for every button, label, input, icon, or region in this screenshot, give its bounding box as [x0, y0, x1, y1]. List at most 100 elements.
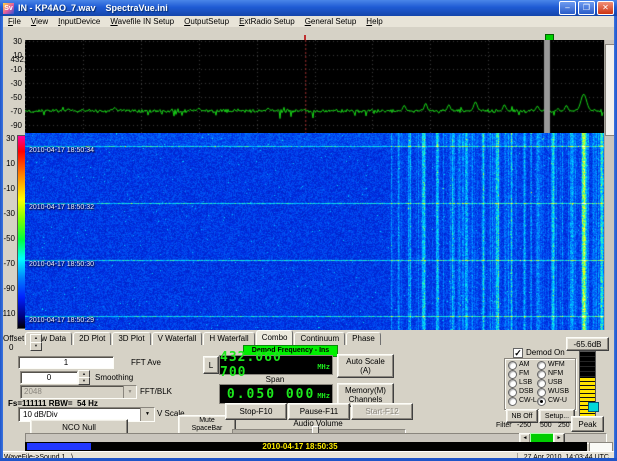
menu-view[interactable]: View: [26, 17, 53, 27]
filter-high-value: 250: [558, 421, 570, 430]
auto-scale-button[interactable]: Auto Scale (A): [337, 354, 394, 378]
radio-fm-icon[interactable]: [508, 370, 517, 379]
tab-continuum[interactable]: Continuum: [294, 332, 345, 345]
file-time-display: 2010-04-17 18:50:35: [160, 442, 440, 451]
meter-threshold-thumb[interactable]: [588, 402, 599, 412]
signal-level-db-readout: -65.6dB: [566, 337, 609, 351]
spectrum-plot[interactable]: [25, 40, 604, 133]
mode-dsb-label[interactable]: DSB: [519, 388, 533, 396]
smoothing-label: Smoothing: [95, 373, 133, 382]
minimize-button[interactable]: –: [559, 1, 576, 15]
fft-ave-label: FFT Ave: [131, 358, 161, 367]
demod-on-label: Demod On: [526, 348, 565, 357]
menu-extradio-setup[interactable]: ExtRadio Setup: [234, 17, 300, 27]
fft-blk-label: FFT/BLK: [140, 387, 172, 396]
peak-button[interactable]: Peak: [571, 416, 604, 432]
offset-label: Offset: [3, 334, 24, 343]
radio-wusb-icon[interactable]: [537, 388, 546, 397]
spectrum-y-label: -50: [0, 93, 22, 102]
menu-outputsetup[interactable]: OutputSetup: [179, 17, 234, 27]
span-unit: MHz: [317, 392, 330, 400]
spectrum-y-label: 30: [0, 37, 22, 46]
filter-mid-value: 500: [540, 421, 552, 430]
menu-help[interactable]: Help: [361, 17, 387, 27]
smoothing-spin-down[interactable]: ▼: [78, 377, 90, 385]
waterfall-timestamp: 2010-04-17 18:50:32: [29, 204, 94, 211]
spectrum-y-label: -70: [0, 107, 22, 116]
mode-lsb-label[interactable]: LSB: [519, 379, 532, 387]
span-display[interactable]: 0.050 000 MHz: [219, 384, 333, 404]
offset-value: 0: [9, 343, 13, 352]
file-progress-fill: [27, 443, 91, 450]
view-tabs: Raw Data 2D Plot 3D Plot V Waterfall H W…: [25, 331, 382, 345]
pause-button[interactable]: Pause-F11: [288, 403, 350, 420]
meter-upper: [580, 352, 595, 378]
fft-blk-value: 2048: [24, 387, 42, 396]
lock-l-button[interactable]: L: [203, 356, 219, 374]
mode-wusb-label[interactable]: WUSB: [548, 388, 569, 396]
mode-cwu-label[interactable]: CW-U: [548, 397, 567, 405]
peak-label: Peak: [578, 420, 596, 429]
tab-h-waterfall[interactable]: H Waterfall: [203, 332, 254, 345]
app-icon: Sv: [3, 3, 14, 14]
radio-wfm-icon[interactable]: [537, 361, 546, 370]
auto-scale-label-2: (A): [360, 366, 371, 375]
frequency-axis: 432,015 432,020 432,025 432,030 432,035 …: [0, 27, 617, 40]
spectrum-y-label: -10: [0, 65, 22, 74]
vscale-value: 10 dB/Div: [23, 410, 58, 419]
tab-phase[interactable]: Phase: [346, 332, 381, 345]
radio-cwu-icon[interactable]: [537, 397, 546, 406]
setup-label: Setup...: [545, 412, 569, 421]
mode-nfm-label[interactable]: NFM: [548, 370, 563, 378]
start-button[interactable]: Start-F12: [351, 403, 413, 420]
fft-ave-value: 1: [64, 358, 68, 367]
stop-label: Stop-F10: [240, 407, 273, 416]
start-label: Start-F12: [365, 407, 398, 416]
window-border-left: [0, 16, 3, 461]
smoothing-value: 0: [47, 373, 51, 382]
mode-wfm-label[interactable]: WFM: [548, 361, 565, 369]
fft-blk-dropdown[interactable]: 2048 ▼: [20, 385, 137, 399]
stop-button[interactable]: Stop-F10: [225, 403, 287, 420]
tab-3d-plot[interactable]: 3D Plot: [112, 332, 150, 345]
vscale-dropdown-icon[interactable]: ▼: [140, 408, 154, 421]
radio-lsb-icon[interactable]: [508, 379, 517, 388]
waterfall-plot[interactable]: [25, 133, 604, 330]
nco-null-label: NCO Null: [62, 423, 96, 432]
menu-file[interactable]: File: [3, 17, 26, 27]
mode-am-label[interactable]: AM: [519, 361, 530, 369]
radio-nfm-icon[interactable]: [537, 370, 546, 379]
menu-general-setup[interactable]: General Setup: [300, 17, 362, 27]
spectrum-y-label: -30: [0, 79, 22, 88]
radio-usb-icon[interactable]: [537, 379, 546, 388]
tab-v-waterfall[interactable]: V Waterfall: [152, 332, 203, 345]
spectrum-y-label: -90: [0, 121, 22, 130]
demod-frequency-display[interactable]: 432.060 700 MHz: [219, 355, 333, 375]
tab-2d-plot[interactable]: 2D Plot: [73, 332, 111, 345]
radio-cwl-icon[interactable]: [508, 397, 517, 406]
menu-inputdevice[interactable]: InputDevice: [53, 17, 105, 27]
tab-combo[interactable]: Combo: [256, 330, 294, 345]
smoothing-input[interactable]: 0: [20, 371, 78, 384]
filter-label: Filter: [496, 421, 512, 430]
radio-am-icon[interactable]: [508, 361, 517, 370]
close-button[interactable]: ✕: [597, 1, 614, 15]
demod-on-checkbox[interactable]: ✓: [513, 348, 523, 358]
window-title: IN - KP4AO_7.wav SpectraVue.ini: [18, 3, 168, 13]
db-reading-value: -65.6dB: [573, 340, 601, 349]
mode-usb-label[interactable]: USB: [548, 379, 562, 387]
offset-spin-down[interactable]: ▼: [30, 342, 42, 351]
fft-ave-input[interactable]: 1: [18, 356, 114, 369]
demod-frequency-unit: MHz: [317, 363, 330, 371]
menu-wavefile-in-setup[interactable]: Wavefile IN Setup: [105, 17, 179, 27]
mode-fm-label[interactable]: FM: [519, 370, 529, 378]
mute-label-1: Mute: [199, 417, 215, 425]
span-label: Span: [243, 375, 307, 384]
waterfall-timestamp: 2010-04-17 18:50:30: [29, 261, 94, 268]
restore-button[interactable]: ❐: [578, 1, 595, 15]
auto-scale-label-1: Auto Scale: [346, 357, 385, 366]
nb-off-label: NB Off: [512, 412, 533, 421]
titlebar: Sv IN - KP4AO_7.wav SpectraVue.ini – ❐ ✕: [0, 0, 617, 16]
radio-dsb-icon[interactable]: [508, 388, 517, 397]
mode-cwl-label[interactable]: CW-L: [519, 397, 537, 405]
